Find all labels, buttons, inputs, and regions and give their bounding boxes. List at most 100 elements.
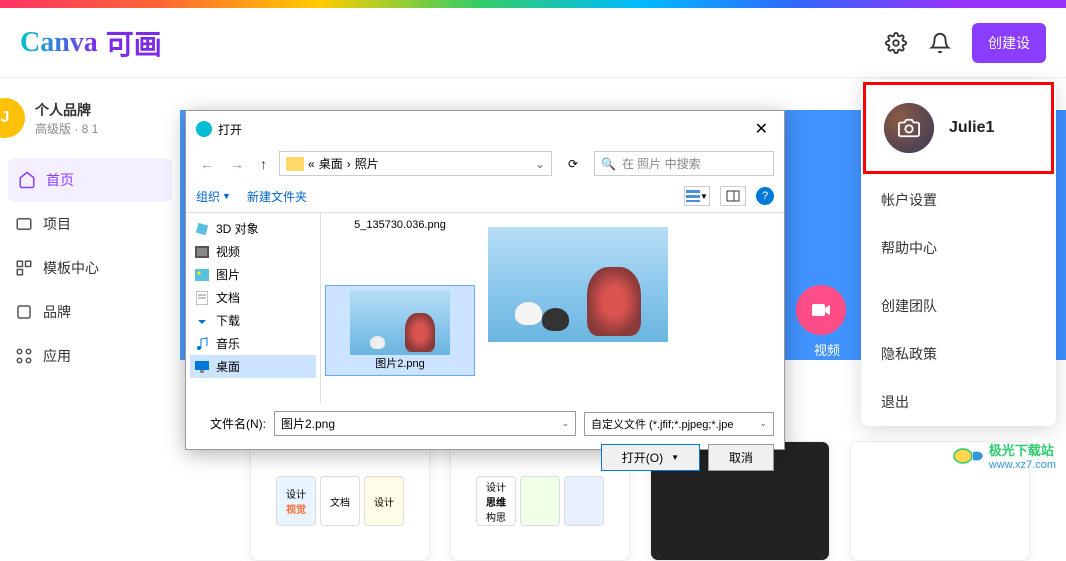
- back-icon[interactable]: ←: [196, 154, 218, 174]
- dialog-titlebar: 打开 ✕: [186, 111, 784, 147]
- sidebar-item-home[interactable]: 首页: [8, 158, 172, 202]
- video-label: 视频: [814, 340, 840, 359]
- preview-toggle-button[interactable]: [720, 186, 746, 206]
- settings-icon[interactable]: [884, 31, 908, 55]
- top-gradient-bar: [0, 0, 1066, 8]
- new-folder-button[interactable]: 新建文件夹: [247, 188, 307, 205]
- nav-label: 应用: [43, 346, 71, 366]
- brand-subtitle: 高级版 · 8 1: [35, 120, 98, 137]
- logo[interactable]: Canva 可画: [20, 23, 162, 63]
- dialog-nav: ← → ↑ « 桌面 › 照片 ⌄ ⟳ 🔍 在 照片 中搜索: [186, 147, 784, 180]
- preview-pane: [483, 217, 780, 399]
- bell-icon[interactable]: [928, 31, 952, 55]
- nav-label: 项目: [43, 214, 71, 234]
- watermark-url: www.xz7.com: [989, 459, 1056, 471]
- logo-cn-text: 可画: [106, 23, 162, 63]
- filename-label: 文件名(N):: [196, 415, 266, 432]
- user-header[interactable]: Julie1: [863, 82, 1054, 174]
- dropdown-item-help[interactable]: 帮助中心: [861, 224, 1056, 272]
- user-avatar[interactable]: [884, 103, 934, 153]
- search-placeholder: 在 照片 中搜索: [622, 155, 701, 172]
- logo-canva-text: Canva: [20, 27, 98, 59]
- refresh-icon[interactable]: ⟳: [560, 154, 586, 174]
- header: Canva 可画 创建设: [0, 8, 1066, 78]
- doc-folder-icon: [194, 290, 210, 306]
- nav-label: 首页: [46, 170, 74, 190]
- brand-avatar: J: [0, 98, 25, 138]
- dialog-body: 3D 对象 视频 图片 文档 下载 音乐 桌面 5_135730.036.png: [186, 213, 784, 403]
- help-icon[interactable]: ?: [756, 187, 774, 205]
- dialog-footer: 文件名(N): 图片2.png ⌄ 自定义文件 (*.jfif;*.pjpeg;…: [186, 403, 784, 479]
- dialog-title-text: 打开: [218, 121, 242, 138]
- chevron-down-icon[interactable]: ⌄: [535, 157, 545, 171]
- up-icon[interactable]: ↑: [256, 154, 271, 174]
- camera-icon: [898, 117, 920, 139]
- folder-icon: [286, 157, 304, 171]
- file-open-dialog: 打开 ✕ ← → ↑ « 桌面 › 照片 ⌄ ⟳ 🔍 在 照片 中搜索 组织 ▼…: [185, 110, 785, 450]
- sidebar-item-templates[interactable]: 模板中心: [0, 246, 180, 290]
- create-design-button[interactable]: 创建设: [972, 23, 1046, 63]
- file-item-selected[interactable]: 图片2.png: [325, 285, 475, 376]
- dropdown-item-logout[interactable]: 退出: [861, 378, 1056, 426]
- dialog-app-icon: [196, 121, 212, 137]
- watermark: 极光下载站 www.xz7.com: [953, 440, 1056, 471]
- organize-menu[interactable]: 组织 ▼: [196, 188, 231, 205]
- apps-icon: [15, 347, 33, 365]
- template-icon: [15, 259, 33, 277]
- preview-image: [488, 227, 668, 342]
- image-folder-icon: [194, 267, 210, 283]
- open-button[interactable]: 打开(O) ▼: [601, 444, 700, 471]
- file-area: 5_135730.036.png 图片2.png: [321, 213, 784, 403]
- folder-icon: [15, 215, 33, 233]
- desktop-folder-icon: [194, 359, 210, 375]
- tree-item-desktop[interactable]: 桌面: [190, 355, 316, 378]
- tree-item-3d[interactable]: 3D 对象: [190, 217, 316, 240]
- folder-tree: 3D 对象 视频 图片 文档 下载 音乐 桌面: [186, 213, 321, 403]
- watermark-icon: [953, 446, 985, 466]
- sidebar-item-brand[interactable]: 品牌: [0, 290, 180, 334]
- nav-label: 品牌: [43, 302, 71, 322]
- filetype-select[interactable]: 自定义文件 (*.jfif;*.pjpeg;*.jpe ⌄: [584, 412, 774, 436]
- search-icon: 🔍: [601, 157, 616, 171]
- video-folder-icon: [194, 244, 210, 260]
- brand-name: 个人品牌: [35, 100, 98, 120]
- nav-label: 模板中心: [43, 258, 99, 278]
- sidebar-item-projects[interactable]: 项目: [0, 202, 180, 246]
- video-icon: [809, 298, 833, 322]
- tree-item-music[interactable]: 音乐: [190, 332, 316, 355]
- file-item[interactable]: 5_135730.036.png: [325, 215, 475, 235]
- tree-item-video[interactable]: 视频: [190, 240, 316, 263]
- dialog-toolbar: 组织 ▼ 新建文件夹 ▼ ?: [186, 180, 784, 213]
- filename-input[interactable]: 图片2.png ⌄: [274, 411, 576, 436]
- file-thumbnail: [350, 290, 450, 355]
- download-folder-icon: [194, 313, 210, 329]
- 3d-icon: [194, 221, 210, 237]
- dropdown-item-account[interactable]: 帐户设置: [861, 176, 1056, 224]
- view-mode-button[interactable]: ▼: [684, 186, 710, 206]
- close-icon[interactable]: ✕: [749, 117, 774, 141]
- header-right: 创建设: [884, 23, 1046, 63]
- user-dropdown: Julie1 帐户设置 帮助中心 创建团队 隐私政策 退出: [861, 80, 1056, 426]
- home-icon: [18, 171, 36, 189]
- sidebar: J 个人品牌 高级版 · 8 1 首页 项目 模板中心 品牌 应用: [0, 78, 180, 501]
- user-name: Julie1: [949, 119, 994, 137]
- brand-box[interactable]: J 个人品牌 高级版 · 8 1: [0, 78, 180, 158]
- brand-icon: [15, 303, 33, 321]
- tree-item-downloads[interactable]: 下载: [190, 309, 316, 332]
- tree-item-images[interactable]: 图片: [190, 263, 316, 286]
- video-button[interactable]: [796, 285, 846, 335]
- chevron-down-icon[interactable]: ⌄: [561, 418, 569, 429]
- music-folder-icon: [194, 336, 210, 352]
- dropdown-item-team[interactable]: 创建团队: [861, 282, 1056, 330]
- cancel-button[interactable]: 取消: [708, 444, 774, 471]
- chevron-down-icon[interactable]: ⌄: [759, 418, 767, 429]
- brand-info: 个人品牌 高级版 · 8 1: [35, 100, 98, 137]
- file-list: 5_135730.036.png 图片2.png: [325, 217, 475, 399]
- dropdown-item-privacy[interactable]: 隐私政策: [861, 330, 1056, 378]
- forward-icon[interactable]: →: [226, 154, 248, 174]
- search-input[interactable]: 🔍 在 照片 中搜索: [594, 151, 774, 176]
- tree-item-documents[interactable]: 文档: [190, 286, 316, 309]
- path-box[interactable]: « 桌面 › 照片 ⌄: [279, 151, 552, 176]
- sidebar-item-apps[interactable]: 应用: [0, 334, 180, 378]
- watermark-title: 极光下载站: [989, 440, 1056, 459]
